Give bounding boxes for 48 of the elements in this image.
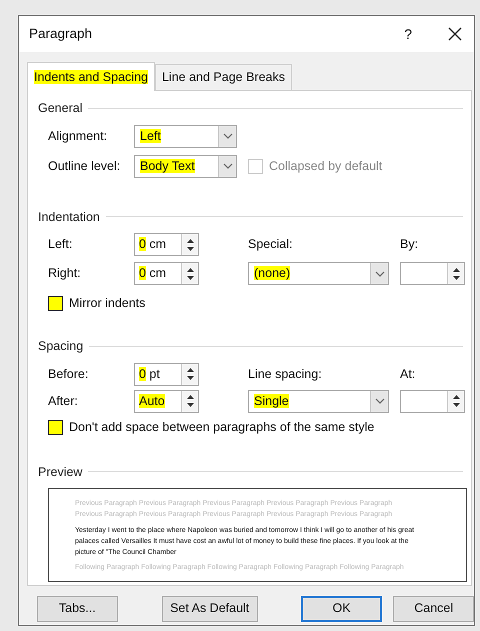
field-label: Right: — [48, 265, 82, 282]
dropdown-field[interactable]: (none) — [248, 262, 389, 286]
field-label: At: — [400, 366, 416, 383]
section-heading: Preview — [38, 464, 82, 480]
field-label: By: — [400, 236, 420, 254]
spin-arrows-icon — [186, 394, 194, 408]
section-heading: Indentation — [38, 208, 100, 226]
field-label: Special: — [248, 236, 294, 254]
chevron-down-icon — [222, 163, 232, 169]
field-label: Outline level: — [48, 158, 122, 175]
spin-arrows-icon — [186, 238, 194, 252]
checkbox[interactable] — [48, 296, 63, 312]
section-heading: General — [38, 100, 82, 117]
close-icon[interactable] — [448, 27, 462, 41]
spinner-field[interactable]: 0 cm — [134, 262, 199, 286]
spin-arrows-icon — [452, 394, 460, 408]
spinner-field[interactable] — [400, 262, 465, 286]
chevron-down-icon — [222, 133, 232, 139]
dialog-button[interactable]: OK — [300, 596, 382, 622]
checkbox-label: Collapsed by default — [269, 158, 382, 175]
field-label: Alignment: — [48, 128, 108, 145]
dialog-button[interactable]: Tabs... — [37, 596, 118, 622]
checkbox-label: Mirror indents — [69, 295, 146, 312]
field-label: Left: — [48, 236, 74, 254]
spinner-field[interactable]: 0 pt — [134, 362, 199, 386]
tab[interactable]: Indents and Spacing — [27, 62, 155, 91]
chevron-down-icon — [374, 398, 384, 404]
spin-arrows-icon — [186, 266, 194, 281]
help-button[interactable]: ? — [404, 24, 412, 44]
field-label: After: — [48, 392, 79, 410]
dropdown-field[interactable]: Body Text — [134, 154, 237, 178]
checkbox-label: Don't add space between paragraphs of the same style — [69, 418, 374, 436]
window-title: Paragraph — [29, 24, 94, 43]
spin-arrows-icon — [186, 367, 194, 382]
field-label: Line spacing: — [248, 366, 323, 383]
dropdown-field[interactable]: Left — [134, 124, 237, 148]
tab[interactable]: Line and Page Breaks — [154, 64, 292, 90]
spinner-field[interactable]: Auto — [134, 390, 199, 413]
spinner-field[interactable]: 0 cm — [134, 233, 199, 256]
spinner-field[interactable] — [400, 390, 465, 413]
dialog-button[interactable]: Set As Default — [162, 596, 258, 622]
dropdown-field[interactable]: Single — [248, 390, 389, 413]
chevron-down-icon — [374, 270, 384, 277]
dialog-button[interactable]: Cancel — [393, 596, 474, 622]
section-heading: Spacing — [38, 338, 84, 355]
checkbox[interactable] — [48, 420, 63, 435]
field-label: Before: — [48, 366, 90, 383]
spin-arrows-icon — [452, 266, 460, 281]
